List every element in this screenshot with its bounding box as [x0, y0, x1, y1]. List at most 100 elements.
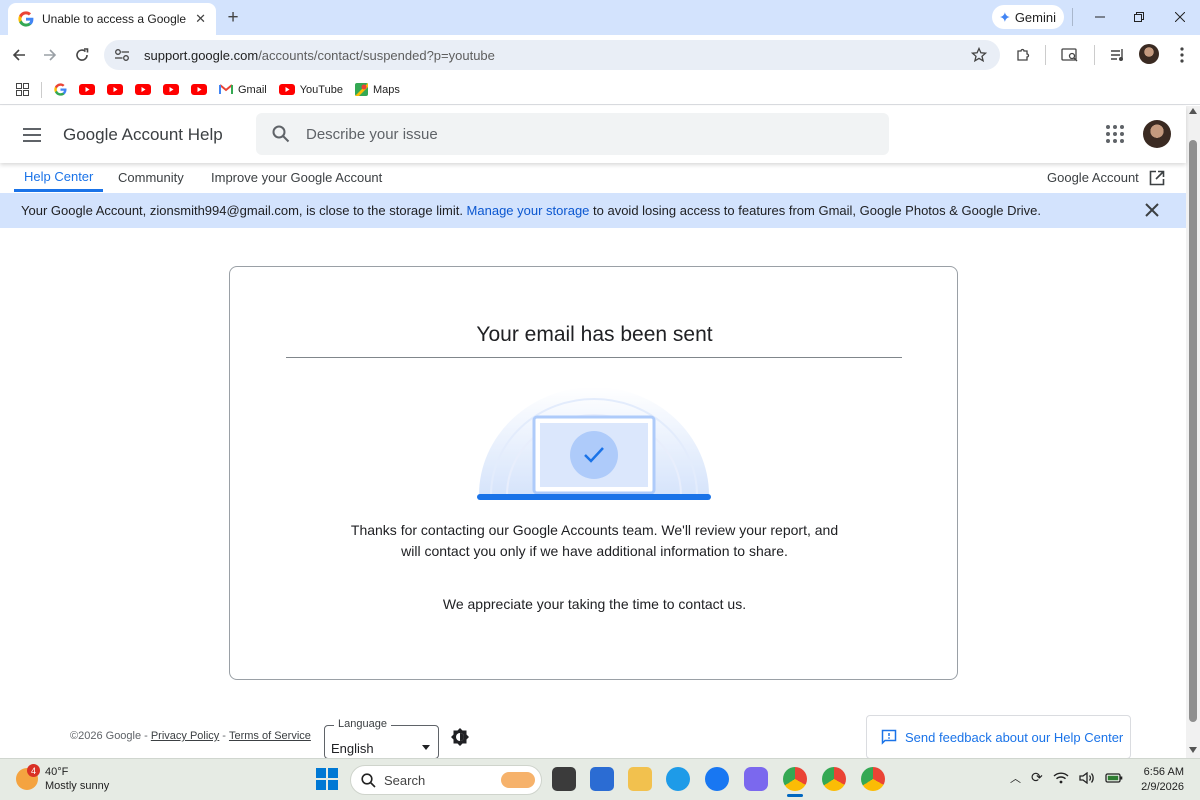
bookmark-gmail[interactable]: Gmail [213, 78, 273, 102]
bookmark-youtube-2[interactable] [101, 78, 129, 102]
hamburger-menu-icon[interactable] [20, 124, 44, 146]
sync-icon[interactable]: ⟳ [1031, 769, 1043, 786]
address-bar[interactable]: support.google.com/accounts/contact/susp… [104, 40, 1000, 70]
media-controls-button[interactable] [1106, 43, 1130, 67]
youtube-icon [278, 84, 295, 95]
scroll-up-arrow-icon[interactable] [1189, 108, 1197, 114]
site-settings-icon[interactable] [114, 48, 130, 62]
taskapp-facebook-icon[interactable] [705, 767, 729, 791]
new-tab-button[interactable]: + [222, 7, 244, 29]
browser-toolbar: support.google.com/accounts/contact/susp… [0, 35, 1200, 75]
weather-desc: Mostly sunny [45, 780, 110, 792]
restore-icon [1134, 12, 1144, 22]
windows-start-icon[interactable] [316, 768, 338, 790]
tab-close-icon[interactable]: ✕ [195, 11, 206, 27]
chevron-up-icon[interactable]: ︿ [1010, 770, 1021, 786]
google-account-link[interactable]: Google Account [1047, 163, 1165, 192]
bookmark-google[interactable] [48, 78, 73, 102]
close-window-button[interactable] [1162, 5, 1198, 29]
chrome-menu-button[interactable] [1170, 43, 1194, 67]
youtube-icon [191, 84, 207, 95]
tab-help-center[interactable]: Help Center [14, 163, 104, 192]
taskapp-file-explorer-icon[interactable] [628, 767, 652, 791]
bookmark-label: Gmail [238, 83, 267, 96]
close-icon[interactable] [1143, 201, 1161, 219]
account-avatar[interactable] [1143, 120, 1171, 148]
reload-button[interactable] [70, 43, 94, 67]
scrollbar-thumb[interactable] [1189, 140, 1197, 722]
maps-icon [354, 83, 368, 96]
banner-text: Your Google Account, zionsmith994@gmail.… [21, 203, 1041, 218]
taskapp-chrome-profile-2-icon[interactable] [822, 767, 846, 791]
taskbar-search[interactable]: Search [350, 765, 542, 795]
banner-text-after: to avoid losing access to features from … [589, 203, 1042, 218]
search-highlight-icon [501, 772, 535, 788]
weather-widget[interactable]: 4 40°F Mostly sunny [16, 764, 110, 793]
apps-grid-icon [16, 83, 29, 96]
url-path: /accounts/contact/suspended?p=youtube [258, 47, 495, 63]
bookmarks-bar: Gmail YouTube Maps [0, 75, 1200, 105]
email-sent-illustration [477, 387, 711, 500]
bookmark-youtube-4[interactable] [157, 78, 185, 102]
browser-tab[interactable]: Unable to access a Google prod ✕ [8, 3, 216, 35]
help-nav-tabs: Help Center Community Improve your Googl… [0, 163, 1186, 193]
scroll-down-arrow-icon[interactable] [1189, 747, 1197, 753]
taskapp-chrome-icon[interactable] [783, 767, 807, 791]
appreciation-message: We appreciate your taking the time to co… [442, 596, 747, 612]
privacy-policy-link[interactable]: Privacy Policy [151, 730, 219, 742]
bookmark-youtube[interactable]: YouTube [273, 78, 349, 102]
help-center-header: Google Account Help Describe your issue [0, 106, 1186, 163]
back-button[interactable] [7, 43, 31, 67]
bookmark-youtube-3[interactable] [129, 78, 157, 102]
help-search-input[interactable]: Describe your issue [256, 113, 889, 155]
tabstrip-divider [1072, 8, 1073, 26]
google-favicon-icon [54, 83, 67, 96]
bookmark-youtube-1[interactable] [73, 78, 101, 102]
forward-button[interactable] [38, 43, 62, 67]
bookmark-youtube-5[interactable] [185, 78, 213, 102]
open-in-new-icon [1149, 170, 1165, 185]
tab-improve-account[interactable]: Improve your Google Account [211, 163, 382, 192]
minimize-button[interactable] [1082, 5, 1118, 29]
storage-warning-banner: Your Google Account, zionsmith994@gmail.… [0, 193, 1186, 228]
manage-storage-link[interactable]: Manage your storage [467, 203, 590, 218]
weather-temp: 40°F [45, 766, 69, 778]
google-apps-icon[interactable] [1105, 124, 1125, 144]
wifi-icon[interactable] [1053, 771, 1069, 784]
gemini-label: Gemini [1014, 9, 1056, 25]
card-title: Your email has been sent [476, 323, 713, 346]
send-feedback-button[interactable]: Send feedback about our Help Center [866, 715, 1131, 759]
clock-date: 2/9/2026 [1141, 781, 1184, 793]
taskapp-copilot-icon[interactable] [744, 767, 768, 791]
card-divider [286, 357, 902, 358]
restore-button[interactable] [1121, 5, 1157, 29]
gemini-button[interactable]: Gemini [992, 5, 1064, 29]
bookmark-label: YouTube [299, 83, 343, 96]
profile-avatar[interactable] [1139, 44, 1159, 64]
tab-search-icon [1061, 48, 1078, 62]
bookmark-maps[interactable]: Maps [349, 78, 406, 102]
taskapp-terminal-icon[interactable] [552, 767, 576, 791]
volume-icon[interactable] [1079, 771, 1095, 784]
language-value: English [331, 741, 374, 756]
dark-mode-icon[interactable] [450, 727, 470, 747]
taskapp-edge-icon[interactable] [666, 767, 690, 791]
youtube-icon [135, 84, 151, 95]
taskapp-store-icon[interactable] [590, 767, 614, 791]
close-icon [1175, 12, 1185, 22]
toolbar-divider [1045, 45, 1046, 65]
site-title[interactable]: Google Account Help [63, 125, 223, 145]
terms-of-service-link[interactable]: Terms of Service [229, 730, 311, 742]
banner-text-before: Your Google Account, zionsmith994@gmail.… [21, 203, 467, 218]
footer-separator: - [222, 730, 226, 742]
tab-community[interactable]: Community [118, 163, 184, 192]
taskbar-clock[interactable]: 6:56 AM 2/9/2026 [1140, 765, 1184, 795]
extensions-button[interactable] [1011, 43, 1035, 67]
apps-shortcut[interactable] [10, 78, 35, 102]
taskapp-chrome-profile-3-icon[interactable] [861, 767, 885, 791]
url-text: support.google.com/accounts/contact/susp… [144, 48, 495, 63]
bookmark-star-button[interactable] [967, 43, 991, 67]
tab-search-button[interactable] [1058, 43, 1082, 67]
battery-icon[interactable] [1105, 772, 1123, 784]
search-placeholder: Describe your issue [306, 125, 438, 143]
